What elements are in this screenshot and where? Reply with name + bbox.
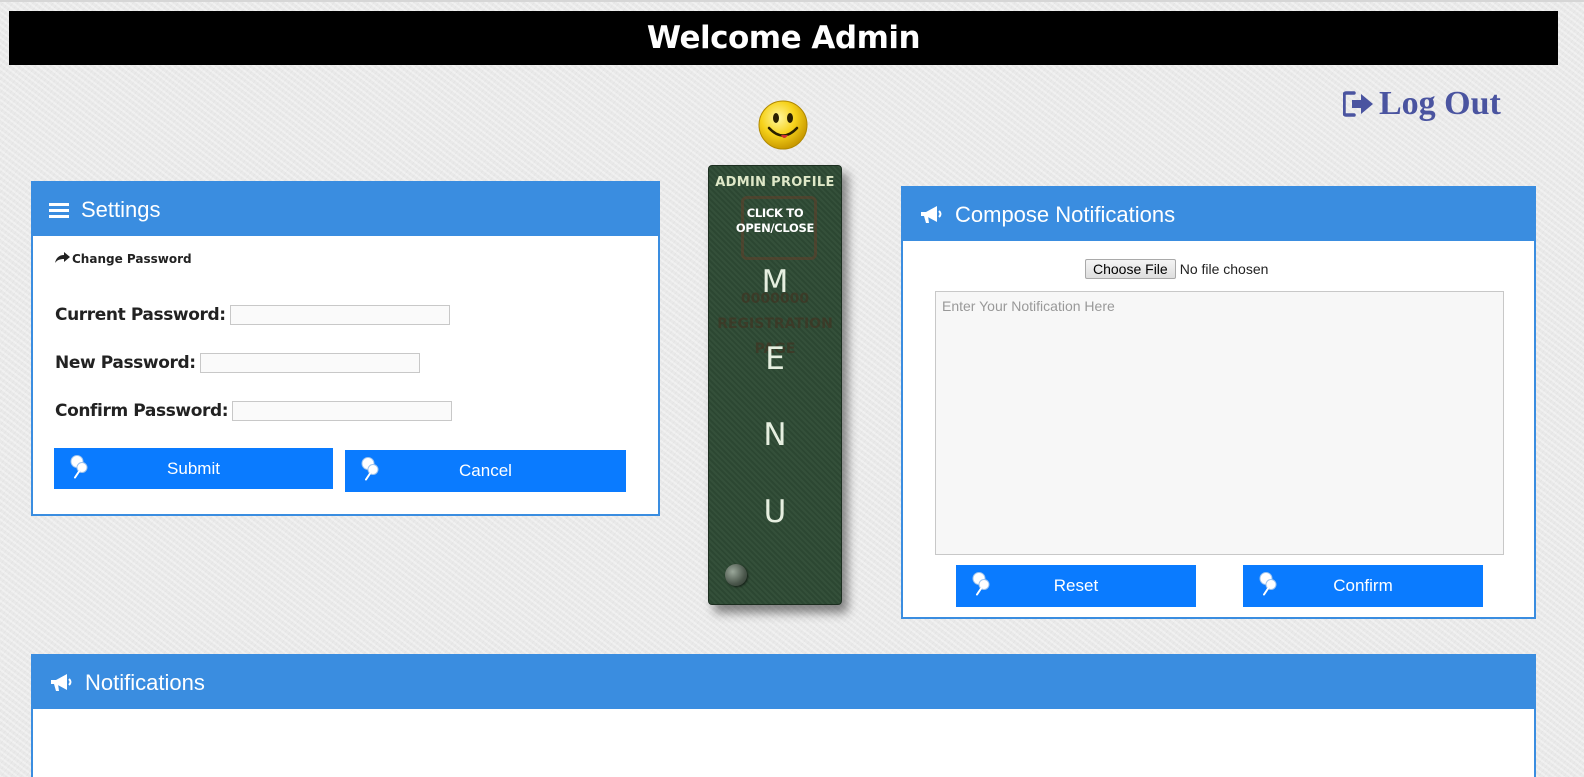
pushpin-icon — [1257, 572, 1279, 601]
menu-faded-line-2: REGISTRATION — [717, 316, 833, 332]
smiley-icon — [757, 99, 809, 151]
welcome-header: Welcome Admin — [9, 11, 1558, 65]
notifications-title: Notifications — [85, 669, 205, 695]
menu-hint: CLICK TO OPEN/CLOSE — [709, 206, 841, 236]
compose-header: Compose Notifications — [903, 188, 1534, 241]
change-password-label: Change Password — [72, 252, 192, 266]
notifications-panel: Notifications — [31, 654, 1536, 777]
menu-letter-e: E — [765, 341, 785, 377]
choose-file-button[interactable]: Choose File — [1085, 259, 1176, 279]
submit-label: Submit — [167, 458, 220, 478]
menu-hint-line-2: OPEN/CLOSE — [735, 221, 815, 235]
megaphone-icon — [919, 205, 943, 225]
settings-header: Settings — [33, 183, 658, 236]
confirm-password-input[interactable] — [232, 401, 453, 421]
current-password-label: Current Password: — [55, 305, 226, 325]
welcome-title: Welcome Admin — [646, 20, 921, 56]
pushpin-icon — [68, 454, 90, 483]
logout-link[interactable]: Log Out — [1343, 84, 1501, 124]
submit-button[interactable]: Submit — [54, 448, 333, 489]
settings-title: Settings — [81, 196, 161, 222]
reset-label: Reset — [1053, 576, 1099, 595]
notification-textarea[interactable] — [935, 291, 1504, 555]
new-password-input[interactable] — [199, 353, 420, 373]
menu-letter-m: M — [761, 264, 789, 300]
share-arrow-icon — [55, 251, 70, 267]
logout-label: Log Out — [1379, 85, 1501, 122]
new-password-row: New Password: — [55, 353, 420, 373]
no-file-label: No file chosen — [1179, 261, 1269, 277]
menu-title: ADMIN PROFILE — [715, 175, 835, 190]
menu-letter-u: U — [763, 494, 787, 530]
cancel-button[interactable]: Cancel — [345, 450, 626, 492]
confirm-button[interactable]: Confirm — [1243, 565, 1483, 607]
megaphone-icon — [49, 673, 73, 693]
menu-bars-icon — [49, 201, 69, 219]
confirm-password-label: Confirm Password: — [55, 401, 229, 421]
new-password-label: New Password: — [55, 353, 196, 373]
confirm-password-row: Confirm Password: — [55, 401, 453, 421]
change-password-link[interactable]: Change Password — [55, 251, 192, 267]
compose-panel: Compose Notifications Choose File No fil… — [901, 186, 1536, 619]
compose-title: Compose Notifications — [955, 201, 1176, 227]
current-password-input[interactable] — [229, 305, 450, 325]
pushpin-icon — [359, 457, 381, 486]
menu-letter-n: N — [763, 417, 787, 453]
sign-out-icon — [1343, 91, 1375, 117]
reset-button[interactable]: Reset — [956, 565, 1196, 607]
menu-knob-icon — [725, 564, 747, 586]
file-picker: Choose File No file chosen — [1085, 259, 1268, 279]
notifications-header: Notifications — [33, 656, 1534, 709]
settings-panel: Settings Change Password Current Passwor… — [31, 181, 660, 516]
menu-hint-line-1: CLICK TO — [746, 206, 804, 220]
cancel-label: Cancel — [459, 461, 512, 480]
pushpin-icon — [970, 572, 992, 601]
current-password-row: Current Password: — [55, 305, 450, 325]
admin-profile-menu[interactable]: 0000000 REGISTRATION PAGE ADMIN PROFILE … — [708, 165, 842, 605]
confirm-label: Confirm — [1333, 576, 1393, 595]
